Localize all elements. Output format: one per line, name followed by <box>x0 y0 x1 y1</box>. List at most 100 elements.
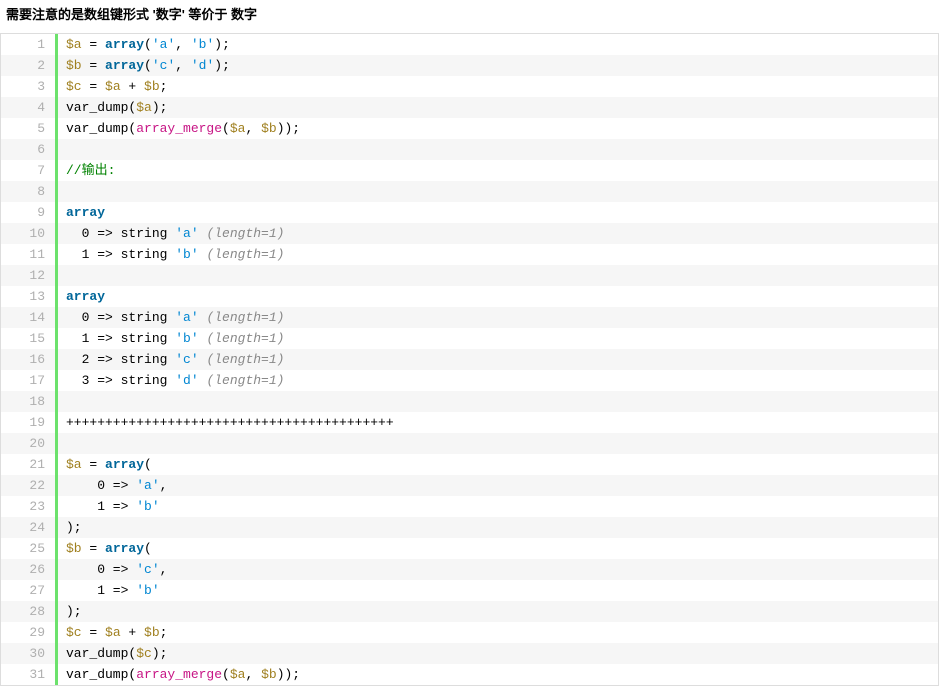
code-token: , <box>175 58 191 73</box>
code-line: 27 1 => 'b' <box>1 580 938 601</box>
code-token: $c <box>66 79 82 94</box>
code-token: $a <box>66 37 82 52</box>
code-content: $b = array( <box>58 538 938 559</box>
code-block: 1$a = array('a', 'b');2$b = array('c', '… <box>0 33 939 686</box>
code-token: = <box>82 457 105 472</box>
code-content <box>58 139 938 160</box>
code-token: 1 => string <box>66 331 175 346</box>
code-line: 15 1 => string 'b' (length=1) <box>1 328 938 349</box>
code-token: ); <box>152 646 168 661</box>
code-line: 11 1 => string 'b' (length=1) <box>1 244 938 265</box>
code-token: ( <box>222 667 230 682</box>
code-token: $a <box>105 625 121 640</box>
code-line: 17 3 => string 'd' (length=1) <box>1 370 938 391</box>
line-number: 5 <box>1 118 55 139</box>
code-token: , <box>245 667 261 682</box>
code-token: $b <box>66 541 82 556</box>
code-token: $b <box>144 625 160 640</box>
code-line: 12 <box>1 265 938 286</box>
line-number: 8 <box>1 181 55 202</box>
code-token: ); <box>66 604 82 619</box>
code-token: ); <box>66 520 82 535</box>
code-line: 13 array <box>1 286 938 307</box>
code-content: var_dump(array_merge($a, $b)); <box>58 664 938 685</box>
line-number: 3 <box>1 76 55 97</box>
code-line: 14 0 => string 'a' (length=1) <box>1 307 938 328</box>
code-line: 4var_dump($a); <box>1 97 938 118</box>
code-token: $a <box>105 79 121 94</box>
code-token: = <box>82 625 105 640</box>
code-token: , <box>175 37 191 52</box>
code-content: 3 => string 'd' (length=1) <box>58 370 938 391</box>
line-number: 20 <box>1 433 55 454</box>
code-token: ( <box>144 541 152 556</box>
code-token: (length=1) <box>206 373 284 388</box>
line-number: 17 <box>1 370 55 391</box>
code-content: 1 => 'b' <box>58 580 938 601</box>
page-heading: 需要注意的是数组键形式 '数字' 等价于 数字 <box>0 0 939 33</box>
code-content: array <box>58 202 938 223</box>
code-line: 5var_dump(array_merge($a, $b)); <box>1 118 938 139</box>
code-token: 2 => string <box>66 352 175 367</box>
code-token: + <box>121 79 144 94</box>
code-content: ); <box>58 601 938 622</box>
code-token: 'a' <box>175 226 198 241</box>
code-token: 'd' <box>191 58 214 73</box>
code-token: 'c' <box>175 352 198 367</box>
line-number: 13 <box>1 286 55 307</box>
code-line: 16 2 => string 'c' (length=1) <box>1 349 938 370</box>
code-token: , <box>245 121 261 136</box>
code-token: + <box>121 625 144 640</box>
line-number: 10 <box>1 223 55 244</box>
code-line: 2$b = array('c', 'd'); <box>1 55 938 76</box>
code-line: 18 <box>1 391 938 412</box>
line-number: 15 <box>1 328 55 349</box>
line-number: 30 <box>1 643 55 664</box>
line-number: 6 <box>1 139 55 160</box>
code-token: 'a' <box>175 310 198 325</box>
code-token: 'b' <box>136 583 159 598</box>
code-line: 31var_dump(array_merge($a, $b)); <box>1 664 938 685</box>
line-number: 4 <box>1 97 55 118</box>
code-token: )); <box>277 121 300 136</box>
code-token: ); <box>214 37 230 52</box>
code-token: ++++++++++++++++++++++++++++++++++++++++… <box>66 415 394 430</box>
code-token: , <box>160 562 168 577</box>
code-content <box>58 265 938 286</box>
code-token: = <box>82 541 105 556</box>
code-token: var_dump( <box>66 100 136 115</box>
line-number: 18 <box>1 391 55 412</box>
code-token: 1 => string <box>66 247 175 262</box>
line-number: 2 <box>1 55 55 76</box>
code-token: $b <box>261 121 277 136</box>
code-content: ++++++++++++++++++++++++++++++++++++++++… <box>58 412 938 433</box>
code-line: 1$a = array('a', 'b'); <box>1 34 938 55</box>
line-number: 22 <box>1 475 55 496</box>
code-line: 23 1 => 'b' <box>1 496 938 517</box>
code-token: $b <box>66 58 82 73</box>
code-content: 0 => 'c', <box>58 559 938 580</box>
code-line: 8 <box>1 181 938 202</box>
code-token: (length=1) <box>206 226 284 241</box>
code-line: 25$b = array( <box>1 538 938 559</box>
code-token: ; <box>160 79 168 94</box>
line-number: 24 <box>1 517 55 538</box>
code-token: ( <box>144 58 152 73</box>
code-token: array <box>66 289 105 304</box>
line-number: 9 <box>1 202 55 223</box>
code-content: ); <box>58 517 938 538</box>
line-number: 7 <box>1 160 55 181</box>
code-token: $a <box>66 457 82 472</box>
code-content <box>58 391 938 412</box>
code-token: ); <box>152 100 168 115</box>
code-token: 'b' <box>136 499 159 514</box>
code-content: 0 => string 'a' (length=1) <box>58 307 938 328</box>
code-token: var_dump( <box>66 646 136 661</box>
code-token: (length=1) <box>206 247 284 262</box>
line-number: 1 <box>1 34 55 55</box>
code-content: var_dump(array_merge($a, $b)); <box>58 118 938 139</box>
line-number: 14 <box>1 307 55 328</box>
line-number: 29 <box>1 622 55 643</box>
code-token: array_merge <box>136 121 222 136</box>
code-token: 1 => <box>66 583 136 598</box>
